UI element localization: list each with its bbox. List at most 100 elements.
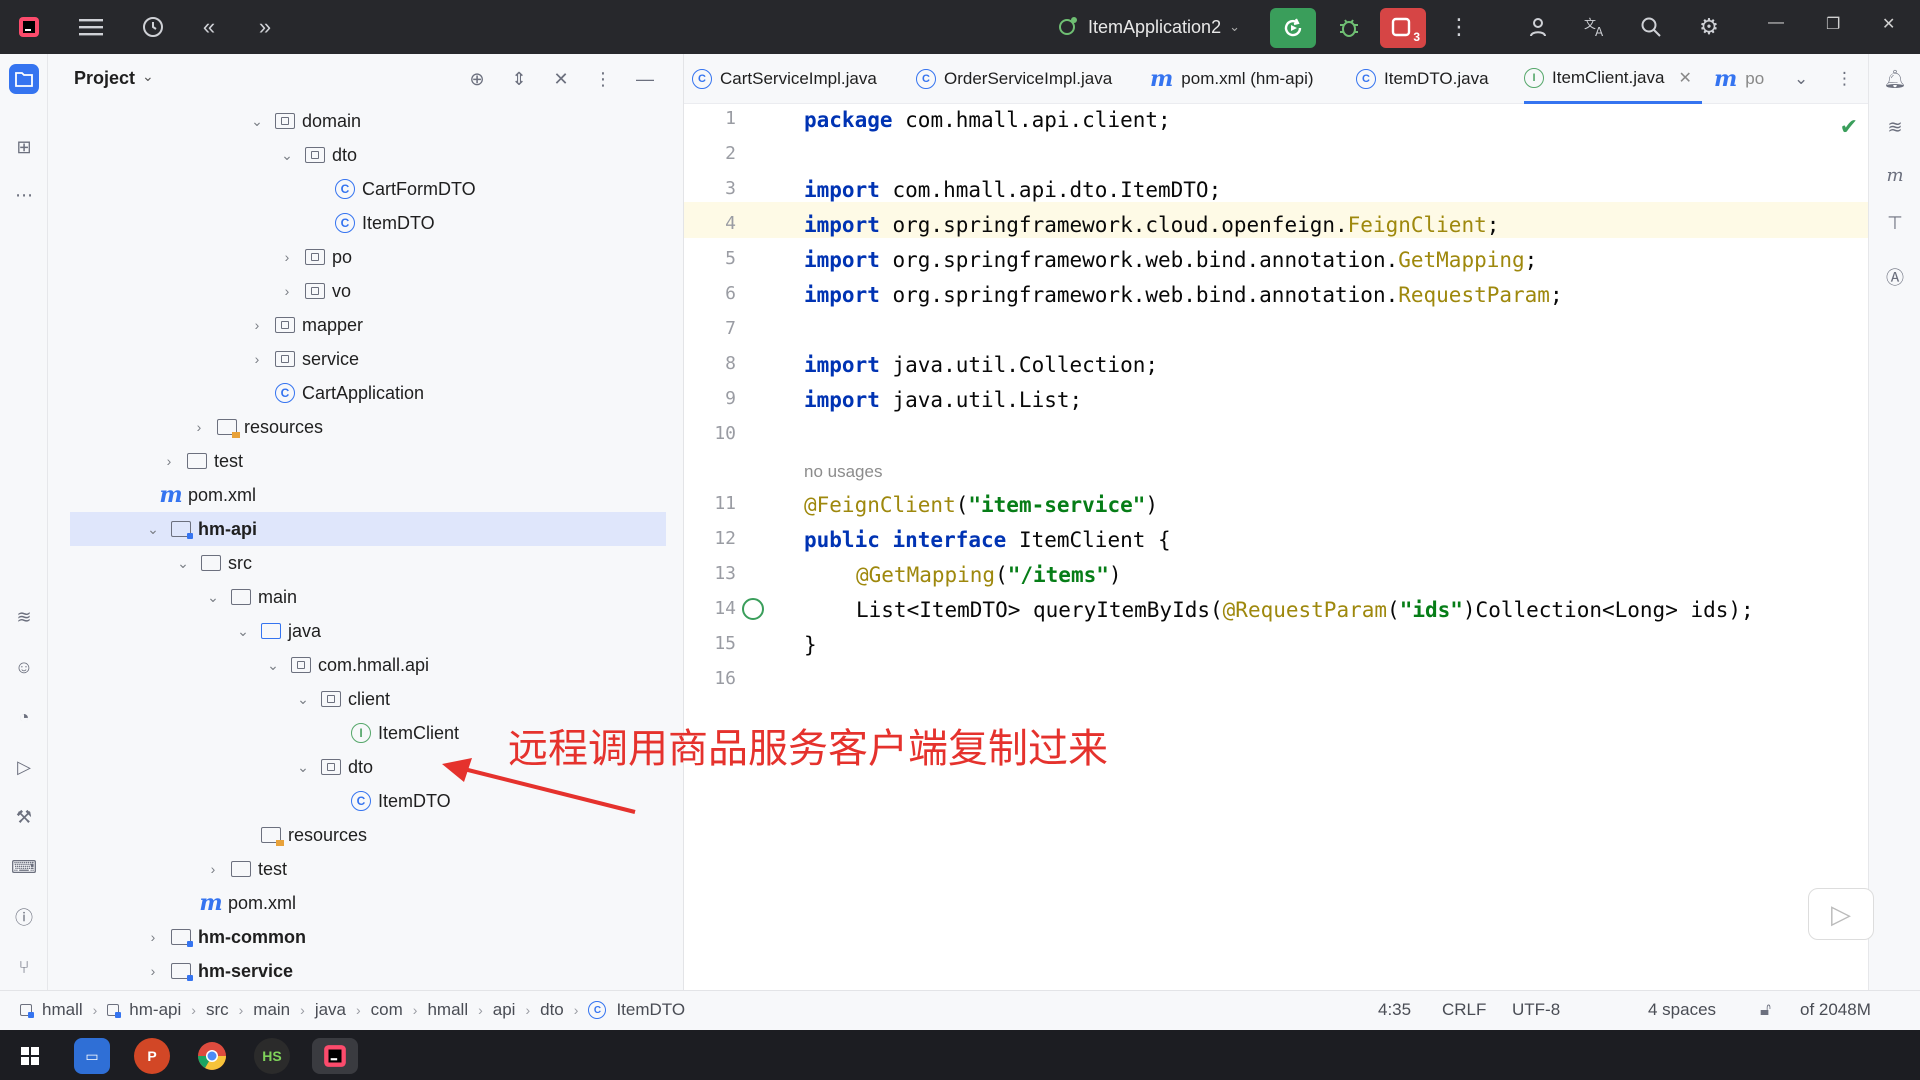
tree-item[interactable]: › po xyxy=(48,240,668,274)
collapse-arrow-icon[interactable]: › xyxy=(144,963,162,979)
collapse-arrow-icon[interactable]: › xyxy=(160,453,178,469)
expand-arrow-icon[interactable]: ⌄ xyxy=(278,147,296,164)
expand-arrow-icon[interactable]: ⌄ xyxy=(204,589,222,606)
tree-item[interactable]: ⌄ main xyxy=(48,580,668,614)
hierarchy-icon[interactable]: ⊤ xyxy=(1880,208,1910,238)
powerpoint-icon[interactable]: P xyxy=(134,1038,170,1074)
tree-item[interactable]: m pom.xml xyxy=(48,478,668,512)
tree-item[interactable]: › test xyxy=(48,444,668,478)
collapse-all-icon[interactable]: ✕ xyxy=(548,66,574,92)
translate-icon[interactable]: 文A xyxy=(1580,12,1610,42)
stop-button[interactable]: 3 xyxy=(1380,8,1426,48)
breadcrumb-item[interactable]: hm-api xyxy=(129,1000,181,1020)
hide-panel-icon[interactable]: — xyxy=(632,66,658,92)
collapse-arrow-icon[interactable]: › xyxy=(248,351,266,367)
tree-item[interactable]: ⌄ client xyxy=(48,682,668,716)
project-tool-icon[interactable] xyxy=(9,64,39,94)
expand-arrow-icon[interactable]: ⌄ xyxy=(264,657,282,674)
line-separator[interactable]: CRLF xyxy=(1442,1000,1486,1020)
chevron-down-icon[interactable]: ⌄ xyxy=(142,68,154,85)
debug-icon[interactable] xyxy=(1334,12,1364,42)
minimize-icon[interactable]: — xyxy=(1768,14,1784,32)
tree-item[interactable]: › mapper xyxy=(48,308,668,342)
feign-endpoint-gutter-icon[interactable] xyxy=(742,598,764,620)
profiler-icon[interactable]: ◔ xyxy=(9,702,39,732)
tab-list-chevron-icon[interactable]: ⌄ xyxy=(1794,54,1808,104)
no-problems-check-icon[interactable]: ✔ xyxy=(1840,114,1858,140)
expand-arrow-icon[interactable]: ⌄ xyxy=(234,623,252,640)
breadcrumb-item[interactable]: src xyxy=(206,1000,229,1020)
tree-item[interactable]: ⌄ domain xyxy=(48,104,668,138)
tab-itemdto[interactable]: C ItemDTO.java xyxy=(1356,54,1489,104)
collapse-arrow-icon[interactable]: › xyxy=(248,317,266,333)
start-icon[interactable] xyxy=(12,1038,48,1074)
tree-item[interactable]: resources xyxy=(48,818,668,852)
tab-cartserviceimpl[interactable]: C CartServiceImpl.java xyxy=(692,54,877,104)
collapse-arrow-icon[interactable]: › xyxy=(144,929,162,945)
caret-position[interactable]: 4:35 xyxy=(1378,1000,1411,1020)
expand-arrow-icon[interactable]: ⌄ xyxy=(174,555,192,572)
tree-item[interactable]: › hm-service xyxy=(48,954,668,984)
notifications-bell-icon[interactable]: 🔔︎ xyxy=(1880,64,1910,94)
tree-item[interactable]: › vo xyxy=(48,274,668,308)
usages-hint[interactable]: no usages xyxy=(804,454,882,486)
breadcrumb-item[interactable]: api xyxy=(493,1000,516,1020)
expand-arrow-icon[interactable]: ⌄ xyxy=(248,113,266,130)
tree-item[interactable]: ⌄ com.hmall.api xyxy=(48,648,668,682)
tree-item[interactable]: C ItemDTO xyxy=(48,206,668,240)
collapse-arrow-icon[interactable]: › xyxy=(278,249,296,265)
tab-orderserviceimpl[interactable]: C OrderServiceImpl.java xyxy=(916,54,1112,104)
tree-item[interactable]: C CartApplication xyxy=(48,376,668,410)
intellij-icon[interactable] xyxy=(312,1038,358,1074)
tab-pom-hm-api[interactable]: m pom.xml (hm-api) xyxy=(1150,54,1314,104)
lock-icon[interactable]: 🔓︎ xyxy=(1760,1000,1771,1020)
more-actions-icon[interactable]: ⋮ xyxy=(1444,12,1474,42)
terminal-icon[interactable]: ⌨ xyxy=(9,852,39,882)
collapse-arrow-icon[interactable]: › xyxy=(190,419,208,435)
build-icon[interactable]: ⚒ xyxy=(9,802,39,832)
plugins-icon[interactable]: ☺ xyxy=(9,652,39,682)
intellij-logo-icon[interactable] xyxy=(14,12,44,42)
tab-itemclient[interactable]: I ItemClient.java ✕ xyxy=(1524,54,1702,104)
rerun-button[interactable] xyxy=(1270,8,1316,48)
close-tab-icon[interactable]: ✕ xyxy=(1678,68,1691,88)
tree-item-selected[interactable]: ⌄ hm-api xyxy=(70,512,666,546)
restore-icon[interactable]: ❐ xyxy=(1826,14,1840,34)
tree-item[interactable]: › service xyxy=(48,342,668,376)
tab-po[interactable]: m po xyxy=(1714,54,1764,104)
breadcrumb-item[interactable]: dto xyxy=(540,1000,564,1020)
tree-item[interactable]: › test xyxy=(48,852,668,886)
tree-item[interactable]: ⌄ src xyxy=(48,546,668,580)
recent-history-icon[interactable] xyxy=(138,12,168,42)
expand-arrow-icon[interactable]: ⌄ xyxy=(294,759,312,776)
main-menu-icon[interactable] xyxy=(76,12,106,42)
code-editor[interactable]: 1 2 3 4 5 6 7 8 9 10 11 12 13 14 15 16 p… xyxy=(684,104,1868,990)
user-icon[interactable] xyxy=(1524,12,1554,42)
database-icon[interactable]: ≋ xyxy=(1880,112,1910,142)
breadcrumb-item[interactable]: main xyxy=(253,1000,290,1020)
code-area[interactable]: package com.hmall.api.client; import com… xyxy=(804,104,1864,990)
tree-item[interactable]: ⌄ dto xyxy=(48,138,668,172)
expand-arrow-icon[interactable]: ⌄ xyxy=(144,521,162,538)
database-icon[interactable]: ≋ xyxy=(9,602,39,632)
memory-indicator[interactable]: of 2048M xyxy=(1800,1000,1871,1020)
tree-item[interactable]: m pom.xml xyxy=(48,886,668,920)
settings-gear-icon[interactable]: ⚙ xyxy=(1694,12,1724,42)
video-play-icon[interactable]: ▷ xyxy=(1808,888,1874,940)
services-icon[interactable]: ▷ xyxy=(9,752,39,782)
search-icon[interactable] xyxy=(1636,12,1666,42)
file-encoding[interactable]: UTF-8 xyxy=(1512,1000,1560,1020)
indent-setting[interactable]: 4 spaces xyxy=(1648,1000,1716,1020)
problems-icon[interactable]: ⓘ xyxy=(9,902,39,932)
forward-icon[interactable]: » xyxy=(250,12,280,42)
git-icon[interactable]: ⑂ xyxy=(9,952,39,982)
tree-item[interactable]: ⌄ java xyxy=(48,614,668,648)
collapse-arrow-icon[interactable]: › xyxy=(204,861,222,877)
maven-tool-icon[interactable]: m xyxy=(1880,160,1910,190)
chrome-icon[interactable] xyxy=(194,1038,230,1074)
options-icon[interactable]: ⋮ xyxy=(590,66,616,92)
breadcrumb-item[interactable]: hmall xyxy=(427,1000,468,1020)
tree-item[interactable]: › hm-common xyxy=(48,920,668,954)
close-window-icon[interactable]: ✕ xyxy=(1882,14,1895,34)
breadcrumb-item[interactable]: java xyxy=(315,1000,346,1020)
